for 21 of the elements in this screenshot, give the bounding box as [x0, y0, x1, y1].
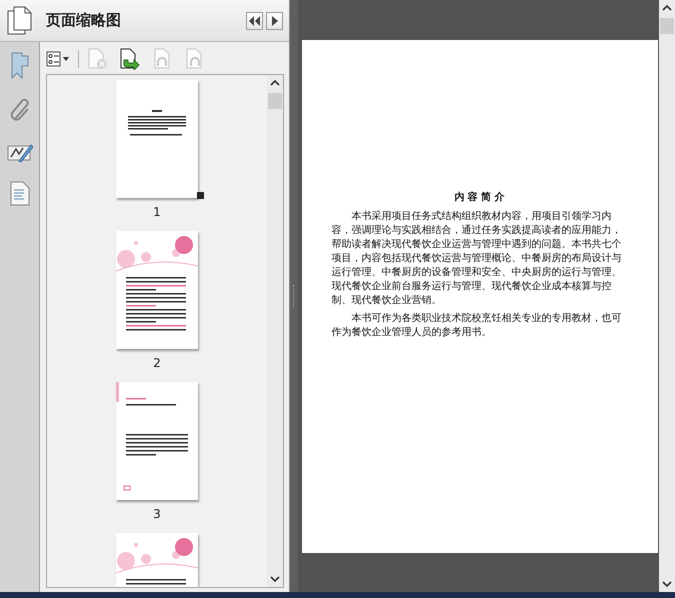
page-number: 3 — [153, 507, 161, 521]
document-paragraph: 本书可作为各类职业技术院校烹饪相关专业的专用教材，也可作为餐饮企业管理人员的参考用书。 — [332, 312, 622, 340]
panel-title: 页面缩略图 — [46, 11, 122, 30]
page-number: 2 — [153, 356, 161, 370]
document-heading: 内 容 简 介 — [453, 190, 506, 204]
resize-handle[interactable] — [197, 192, 204, 199]
splitter-grip[interactable] — [292, 285, 296, 307]
document-icon[interactable] — [10, 181, 30, 206]
scrollbar-thumb[interactable] — [268, 93, 282, 109]
document-paragraph: 本书采用项目任务式结构组织教材内容，用项目引领学习内容，强调理论与实践相结合，通过任务实践提高读者的应用能力，帮助读者解决现代餐饮企业运营与管理中遇到的问题。本书共七个项目，内容包括现代餐饮运营与管理概论、中餐厨房的布局设计与运行管理、中餐厨房的设备管理和安全、中央厨房的运行与管理、现代餐饮企业前台服务运行与管理、现代餐饮企业成本核算与控制、现代餐饮企业营销。 — [332, 210, 622, 308]
options-icon[interactable] — [46, 51, 70, 67]
collapse-button[interactable] — [246, 12, 263, 30]
page-insert-icon[interactable] — [119, 48, 141, 70]
paperclip-icon[interactable] — [8, 97, 30, 123]
page-thumbnail[interactable] — [116, 231, 198, 349]
page-thumbnail[interactable] — [116, 382, 198, 500]
expand-button[interactable] — [266, 12, 283, 30]
scrollbar-thumb[interactable] — [660, 18, 674, 34]
page-number: 1 — [153, 205, 161, 219]
pages-icon[interactable] — [7, 6, 33, 36]
page-thumbnail[interactable] — [116, 80, 198, 198]
